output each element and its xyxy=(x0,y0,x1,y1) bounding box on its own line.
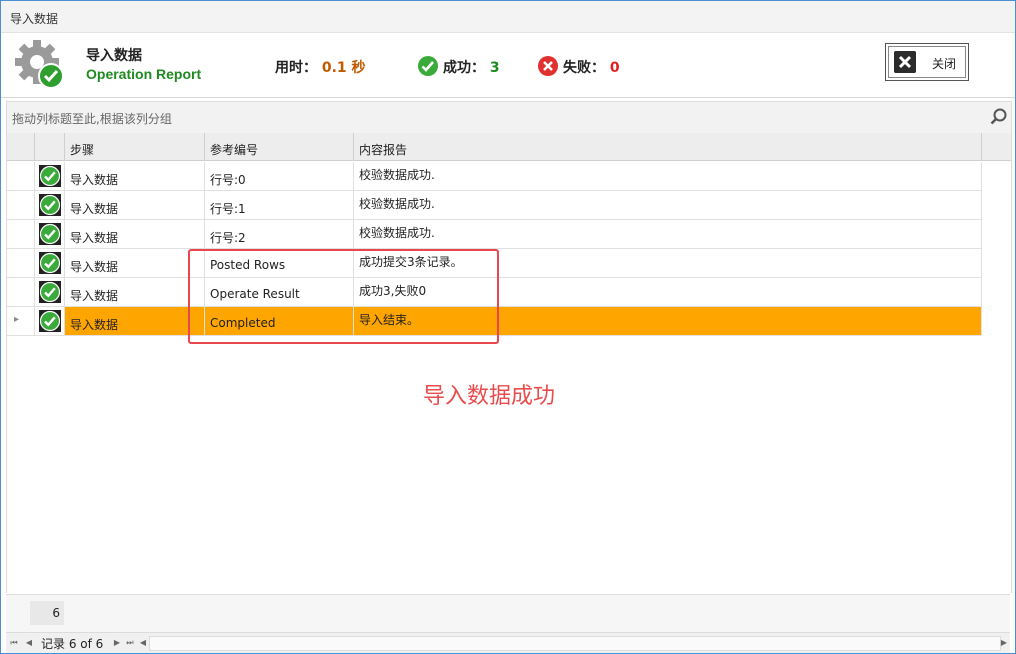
row-indicator[interactable] xyxy=(7,162,35,191)
next-record-button[interactable]: ▶ xyxy=(111,637,123,649)
table-row[interactable]: 导入数据 行号:1 校验数据成功. xyxy=(7,191,982,220)
elapsed-time: 用时： 0.1 秒 xyxy=(275,57,366,77)
step-cell[interactable]: 导入数据 xyxy=(65,278,205,307)
status-cell xyxy=(35,307,65,336)
last-record-button[interactable]: ⏭ xyxy=(124,637,136,649)
step-cell-text: 导入数据 xyxy=(70,173,119,187)
success-check-icon xyxy=(39,252,61,274)
icon-column-header xyxy=(35,133,65,161)
table-row[interactable]: 导入数据 行号:2 校验数据成功. xyxy=(7,220,982,249)
success-check-icon xyxy=(39,194,61,216)
gear-check-icon xyxy=(15,40,64,89)
column-header-step[interactable]: 步骤 xyxy=(65,133,205,161)
row-indicator[interactable] xyxy=(7,220,35,249)
report-cell[interactable]: 校验数据成功. xyxy=(354,162,982,191)
group-by-hint: 拖动列标题至此,根据该列分组 xyxy=(12,112,172,126)
step-cell[interactable]: 导入数据 xyxy=(65,307,205,336)
status-cell xyxy=(35,162,65,191)
row-indicator[interactable] xyxy=(7,249,35,278)
first-record-button[interactable]: ⏮ xyxy=(8,637,20,649)
ref-cell[interactable]: 行号:1 xyxy=(205,191,354,220)
report-cell[interactable]: 校验数据成功. xyxy=(354,220,982,249)
scroll-right-button[interactable]: ▶ xyxy=(998,637,1010,649)
status-cell xyxy=(35,191,65,220)
column-header-ref[interactable]: 参考编号 xyxy=(205,133,354,161)
ref-cell[interactable]: 行号:2 xyxy=(205,220,354,249)
step-cell-text: 导入数据 xyxy=(70,260,119,274)
row-count: 6 xyxy=(30,601,64,625)
elapsed-time-value: 0.1 秒 xyxy=(321,60,366,76)
scroll-left-button[interactable]: ◀ xyxy=(137,637,149,649)
highlight-box xyxy=(188,249,499,344)
search-icon[interactable] xyxy=(989,107,1009,127)
ref-cell-text: 行号:1 xyxy=(210,202,246,216)
success-icon xyxy=(418,56,438,76)
fail-count: 失败： 0 xyxy=(563,57,620,77)
ref-cell[interactable]: 行号:0 xyxy=(205,162,354,191)
status-cell xyxy=(35,278,65,307)
fail-value: 0 xyxy=(609,60,620,76)
grid-footer: 6 ⏮ ◀ 记录 6 of 6 ▶ ⏭ ◀ ▶ xyxy=(6,594,1010,653)
report-cell-text: 校验数据成功. xyxy=(359,168,435,182)
success-value: 3 xyxy=(489,60,500,76)
record-position: 记录 6 of 6 xyxy=(41,637,104,651)
status-cell xyxy=(35,249,65,278)
success-count: 成功： 3 xyxy=(443,57,500,77)
fail-icon xyxy=(538,56,558,76)
step-cell-text: 导入数据 xyxy=(70,231,119,245)
status-cell xyxy=(35,220,65,249)
table-row[interactable]: 导入数据 行号:0 校验数据成功. xyxy=(7,162,982,191)
close-icon xyxy=(894,51,916,73)
fail-label: 失败： xyxy=(563,60,605,76)
prev-record-button[interactable]: ◀ xyxy=(23,637,35,649)
title-bar: 导入数据 xyxy=(1,1,1015,33)
row-indicator[interactable]: ▸ xyxy=(7,307,35,336)
horizontal-scrollbar[interactable] xyxy=(149,636,1001,651)
step-cell[interactable]: 导入数据 xyxy=(65,220,205,249)
report-cell-text: 校验数据成功. xyxy=(359,226,435,240)
step-cell-text: 导入数据 xyxy=(70,289,119,303)
current-row-arrow-icon: ▸ xyxy=(14,314,20,325)
ref-cell-text: 行号:0 xyxy=(210,173,246,187)
elapsed-time-label: 用时： xyxy=(275,60,317,76)
row-indicator[interactable] xyxy=(7,278,35,307)
report-grid: 步骤 参考编号 内容报告 导入数据 行号:0 校验数据成功. 导入数据 行号:1 校验数据… xyxy=(6,133,1012,593)
record-navigator: ⏮ ◀ 记录 6 of 6 ▶ ⏭ ◀ ▶ xyxy=(6,632,1010,653)
success-label: 成功： xyxy=(443,60,485,76)
success-check-icon xyxy=(39,223,61,245)
step-cell-text: 导入数据 xyxy=(70,202,119,216)
step-cell[interactable]: 导入数据 xyxy=(65,249,205,278)
report-title: 导入数据 xyxy=(86,48,142,64)
step-cell[interactable]: 导入数据 xyxy=(65,191,205,220)
row-indicator[interactable] xyxy=(7,191,35,220)
import-data-window: 导入数据 导入数据 Operation Report 用时： 0.1 秒 成功：… xyxy=(0,0,1016,654)
column-header-filler xyxy=(982,133,1011,161)
window-title: 导入数据 xyxy=(10,12,59,26)
indicator-column-header xyxy=(7,133,35,161)
report-cell-text: 校验数据成功. xyxy=(359,197,435,211)
step-cell-text: 导入数据 xyxy=(70,318,119,332)
close-button-label: 关闭 xyxy=(932,57,957,71)
column-header-report[interactable]: 内容报告 xyxy=(354,133,982,161)
close-button[interactable]: 关闭 xyxy=(885,43,969,81)
group-by-panel[interactable]: 拖动列标题至此,根据该列分组 xyxy=(6,101,1012,134)
report-header: 导入数据 Operation Report 用时： 0.1 秒 成功： 3 失败… xyxy=(1,33,1015,98)
success-check-icon xyxy=(39,310,61,332)
report-cell[interactable]: 校验数据成功. xyxy=(354,191,982,220)
annotation-text: 导入数据成功 xyxy=(423,384,556,409)
step-cell[interactable]: 导入数据 xyxy=(65,162,205,191)
success-check-icon xyxy=(39,281,61,303)
ref-cell-text: 行号:2 xyxy=(210,231,246,245)
report-subtitle: Operation Report xyxy=(86,66,202,82)
success-check-icon xyxy=(39,165,61,187)
